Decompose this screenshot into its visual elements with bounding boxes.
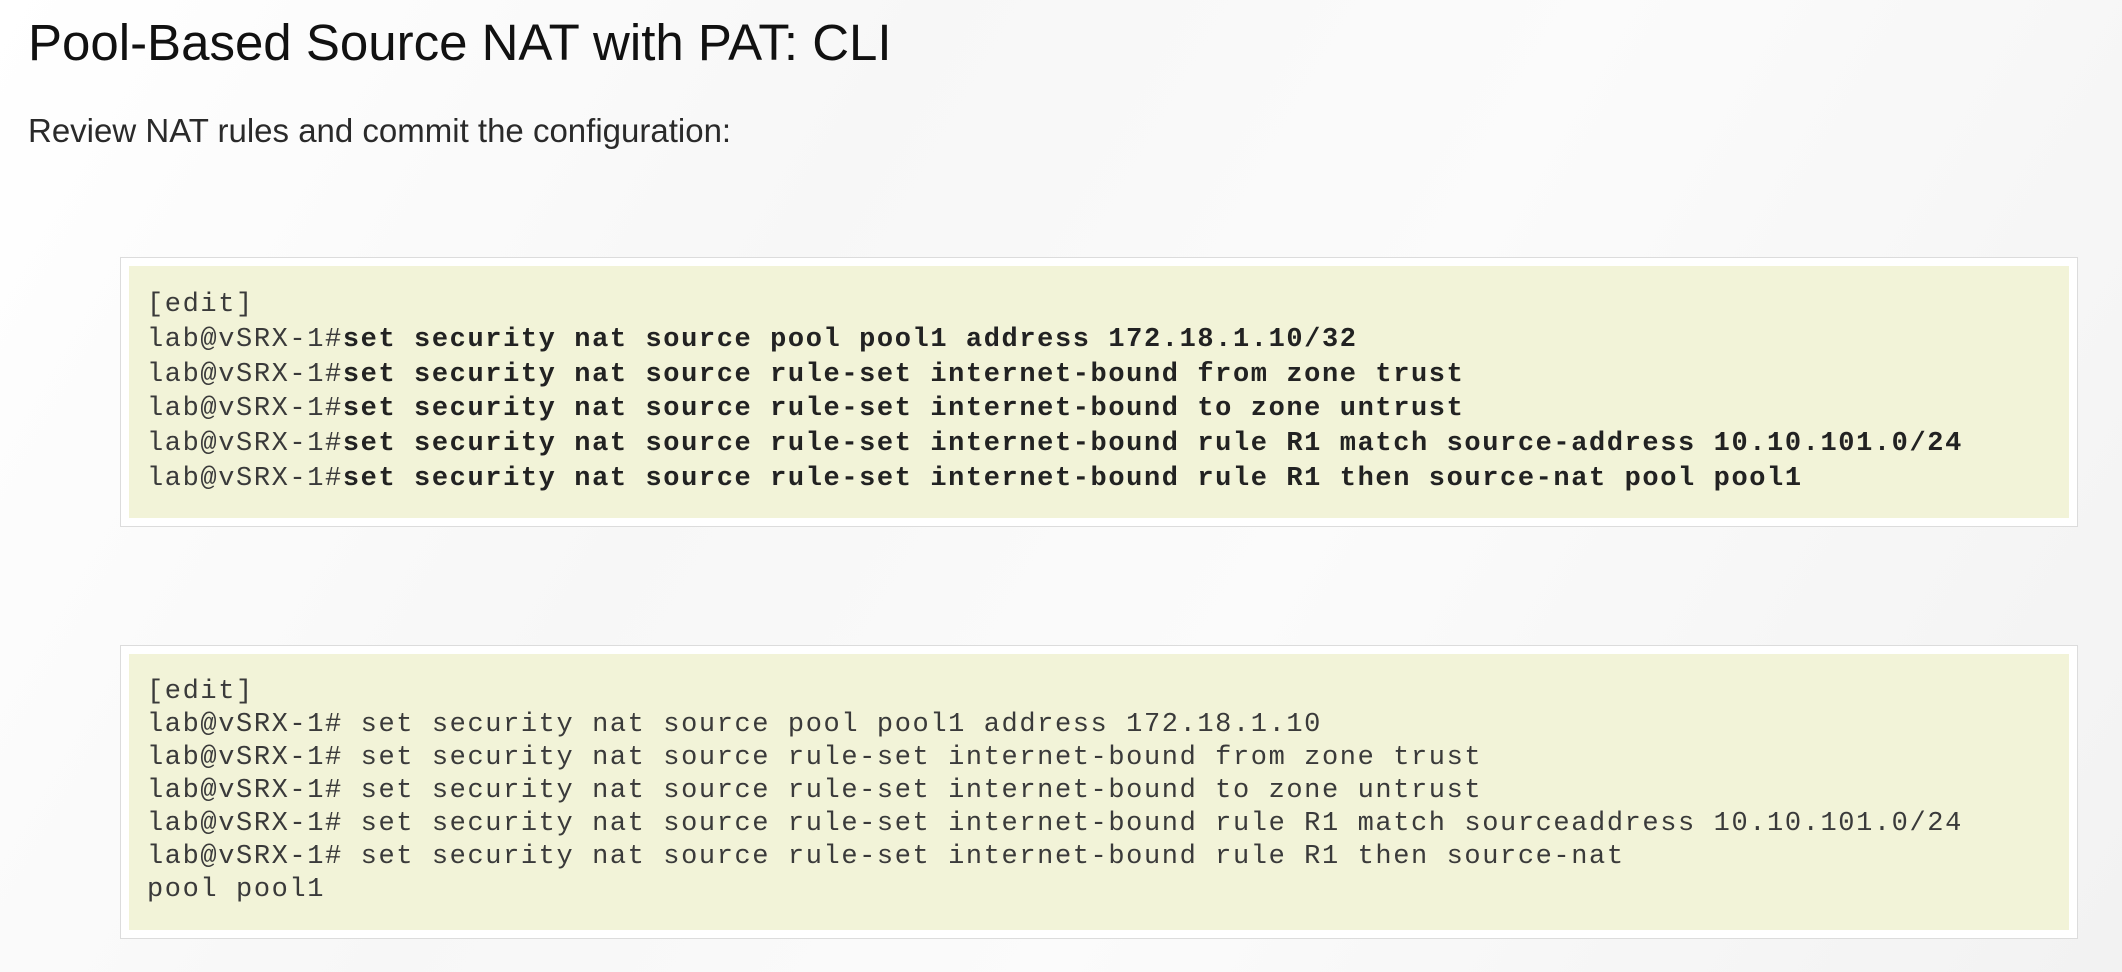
code-prompt: lab@vSRX-1# xyxy=(147,743,343,773)
code-prompt: lab@vSRX-1# xyxy=(147,842,343,872)
code-command: set security nat source rule-set interne… xyxy=(342,776,1483,806)
code-command: set security nat source rule-set interne… xyxy=(342,394,1465,425)
code-command: set security nat source pool pool1 addre… xyxy=(342,710,1322,740)
code-command: set security nat source pool pool1 addre… xyxy=(342,324,1358,355)
page-title: Pool-Based Source NAT with PAT: CLI xyxy=(28,14,892,71)
code-line: lab@vSRX-1# set security nat source rule… xyxy=(147,742,2051,775)
code-line: lab@vSRX-1# set security nat source rule… xyxy=(147,808,2051,841)
code-line: pool pool1 xyxy=(147,874,2051,907)
page-subtitle: Review NAT rules and commit the configur… xyxy=(28,112,732,149)
code-prompt: [edit] xyxy=(147,290,254,320)
code-command: set security nat source rule-set interne… xyxy=(342,359,1465,390)
code-command: set security nat source rule-set interne… xyxy=(342,743,1483,773)
code-command: set security nat source rule-set interne… xyxy=(342,809,1963,839)
code-block-2-body: [edit] lab@vSRX-1# set security nat sour… xyxy=(129,654,2069,930)
code-prompt: lab@vSRX-1# xyxy=(147,463,343,494)
code-line: lab@vSRX-1#set security nat source rule-… xyxy=(147,427,2051,462)
code-command: set security nat source rule-set interne… xyxy=(342,842,1625,872)
code-prompt: lab@vSRX-1# xyxy=(147,776,343,806)
code-line: lab@vSRX-1#set security nat source rule-… xyxy=(147,462,2051,497)
code-block-2: [edit] lab@vSRX-1# set security nat sour… xyxy=(120,645,2078,939)
code-command: set security nat source rule-set interne… xyxy=(342,463,1803,494)
code-prompt: lab@vSRX-1# xyxy=(147,710,343,740)
code-block-1-body: [edit] lab@vSRX-1#set security nat sourc… xyxy=(129,266,2069,518)
code-line: lab@vSRX-1# set security nat source rule… xyxy=(147,841,2051,874)
code-prompt: lab@vSRX-1# xyxy=(147,359,343,390)
code-line: [edit] xyxy=(147,676,2051,709)
code-block-1: [edit] lab@vSRX-1#set security nat sourc… xyxy=(120,257,2078,527)
code-command: set security nat source rule-set interne… xyxy=(342,429,1963,460)
code-prompt: pool pool1 xyxy=(147,875,326,905)
code-line: lab@vSRX-1# set security nat source pool… xyxy=(147,709,2051,742)
code-line: lab@vSRX-1#set security nat source rule-… xyxy=(147,358,2051,393)
code-line: [edit] xyxy=(147,288,2051,323)
code-prompt: lab@vSRX-1# xyxy=(147,324,343,355)
code-prompt: lab@vSRX-1# xyxy=(147,429,343,460)
code-prompt: [edit] xyxy=(147,677,254,707)
code-prompt: lab@vSRX-1# xyxy=(147,809,343,839)
code-line: lab@vSRX-1# set security nat source rule… xyxy=(147,775,2051,808)
code-line: lab@vSRX-1#set security nat source rule-… xyxy=(147,392,2051,427)
document-page: Pool-Based Source NAT with PAT: CLI Revi… xyxy=(0,0,2122,972)
code-prompt: lab@vSRX-1# xyxy=(147,394,343,425)
code-line: lab@vSRX-1#set security nat source pool … xyxy=(147,323,2051,358)
